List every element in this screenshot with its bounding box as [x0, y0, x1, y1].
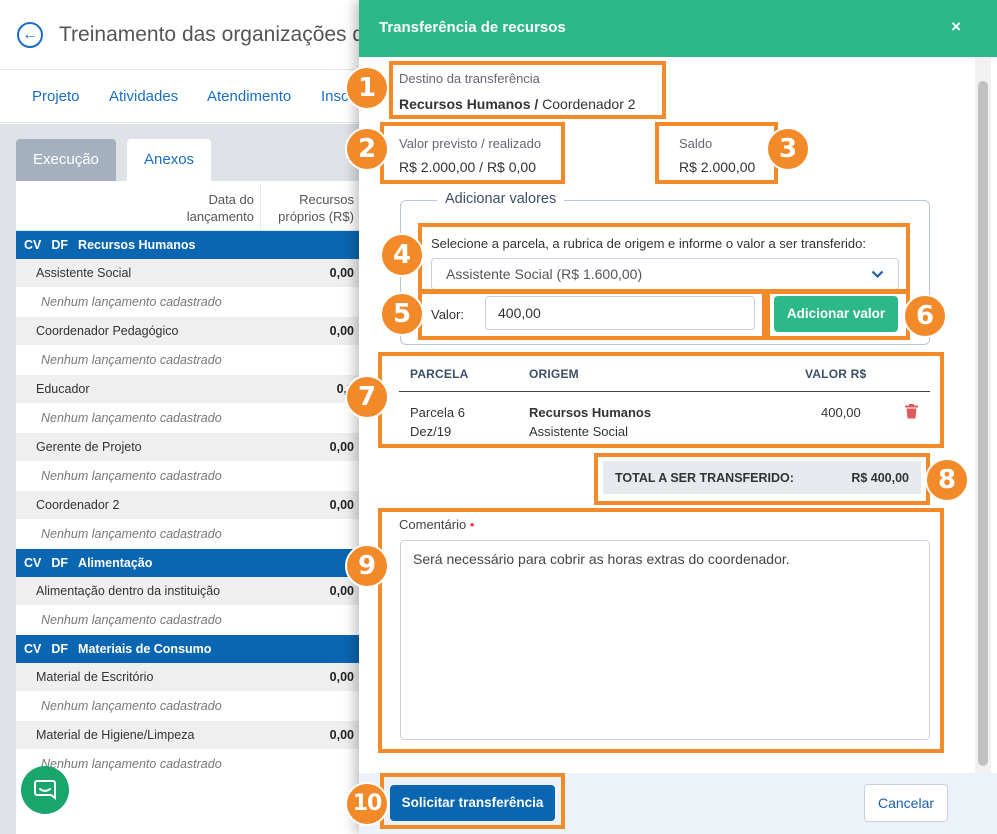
- table-row: Assistente Social 0,00: [16, 259, 360, 288]
- chat-icon[interactable]: [21, 766, 69, 814]
- tab-anexos[interactable]: Anexos: [127, 139, 211, 181]
- col-recursos-proprios: Recursos próprios (R$): [278, 192, 354, 224]
- table-row: Educador0,0: [16, 375, 360, 404]
- annotation-box-7: [378, 352, 944, 448]
- empty-row: Nenhum lançamento cadastrado: [41, 699, 222, 713]
- annotation-box-10: [380, 773, 565, 829]
- group-row: CV DF Recursos Humanos: [16, 231, 360, 259]
- table-row: Gerente de Projeto 0,00: [16, 433, 360, 462]
- table-row: Alimentação dentro da instituição 0,00: [16, 577, 360, 606]
- annotation-box-2: [380, 122, 565, 184]
- nav-atendimento[interactable]: Atendimento: [207, 88, 291, 105]
- annotation-box-1: [389, 61, 666, 119]
- table-row: Coordenador Pedagógico 0,00: [16, 317, 360, 346]
- empty-row: Nenhum lançamento cadastrado: [41, 613, 222, 627]
- group-row: CV DF Materiais de Consumo: [16, 635, 360, 663]
- annotation-badge: 9: [345, 544, 389, 588]
- empty-row: Nenhum lançamento cadastrado: [41, 411, 222, 425]
- annotation-box-6: [766, 290, 910, 340]
- annotation-badge: 3: [766, 127, 810, 171]
- annotation-box-9: [378, 508, 944, 753]
- empty-row: Nenhum lançamento cadastrado: [41, 527, 222, 541]
- table-row: Material de Escritório 0,00: [16, 663, 360, 692]
- empty-row: Nenhum lançamento cadastrado: [41, 295, 222, 309]
- table-row: Material de Higiene/Limpeza 0,00: [16, 721, 360, 750]
- back-arrow-icon[interactable]: ←: [17, 22, 43, 48]
- table-row: Coordenador 2 0,00: [16, 491, 360, 520]
- annotation-badge: 7: [345, 375, 389, 419]
- empty-row: Nenhum lançamento cadastrado: [41, 757, 222, 771]
- annotation-badge: 8: [925, 458, 969, 502]
- annotation-badge: 2: [345, 127, 389, 171]
- table-rows: CV DF Recursos Humanos Assistente Social 0,…: [16, 231, 360, 779]
- annotation-box-8: [594, 453, 930, 505]
- annotation-badge: 6: [903, 294, 947, 338]
- cancel-button[interactable]: Cancelar: [864, 784, 948, 822]
- empty-row: Nenhum lançamento cadastrado: [41, 353, 222, 367]
- tab-execucao[interactable]: Execução: [16, 139, 116, 181]
- execution-table: Data do lançamento Recursos próprios (R$…: [16, 181, 360, 834]
- add-values-legend: Adicionar valores: [437, 191, 565, 207]
- annotation-badge: 5: [380, 292, 424, 336]
- table-header: Data do lançamento Recursos próprios (R$…: [16, 181, 360, 231]
- annotation-box-3: [655, 122, 778, 184]
- close-icon[interactable]: ×: [951, 17, 961, 37]
- empty-row: Nenhum lançamento cadastrado: [41, 469, 222, 483]
- annotation-box-4: [418, 223, 910, 293]
- nav-projeto[interactable]: Projeto: [32, 88, 80, 105]
- annotation-badge: 4: [380, 233, 424, 277]
- modal-header: Transferência de recursos ×: [359, 0, 997, 57]
- annotation-badge: 10: [345, 782, 389, 826]
- group-row: CV DF Alimentação: [16, 549, 360, 577]
- col-data-lancamento: Data do lançamento: [186, 192, 254, 224]
- annotation-badge: 1: [345, 66, 389, 110]
- scrollbar[interactable]: [975, 58, 991, 773]
- page-title: Treinamento das organizações d: [59, 23, 365, 46]
- nav-atividades[interactable]: Atividades: [109, 88, 178, 105]
- modal-title: Transferência de recursos: [379, 19, 566, 36]
- annotation-box-5: [418, 290, 766, 340]
